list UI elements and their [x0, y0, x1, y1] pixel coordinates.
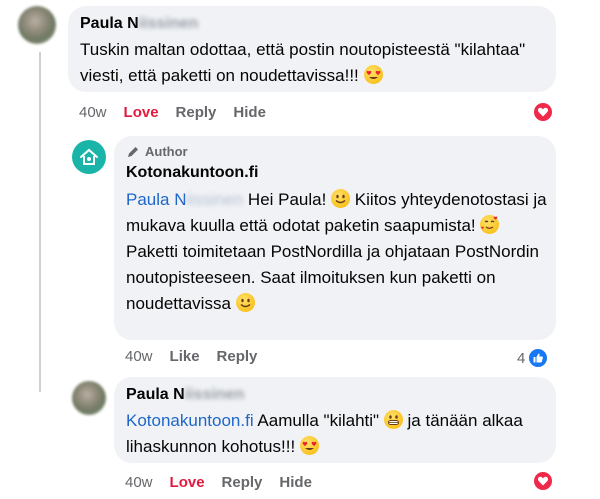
comment-text: Paula Niissinen Hei Paula! Kiitos yhteyd… — [126, 187, 551, 317]
grimace-emoji-icon — [383, 410, 403, 429]
page-avatar[interactable] — [72, 140, 106, 174]
love-reaction-icon[interactable] — [532, 101, 554, 123]
comment-author[interactable]: Paula N — [126, 386, 185, 403]
thread-line-branch — [39, 120, 41, 392]
comment-bubble: Paula Niissinen Tuskin maltan odottaa, e… — [68, 6, 556, 92]
comment-text-part: Paketti toimitetaan PostNordilla ja ohja… — [126, 242, 539, 313]
reply-button[interactable]: Reply — [217, 348, 258, 365]
comment-timestamp[interactable]: 40w — [125, 348, 153, 365]
reply-button[interactable]: Reply — [222, 474, 263, 491]
heart-eyes-emoji-icon — [299, 436, 319, 455]
comment-bubble: Paula Niissinen Kotonakuntoon.fi Aamulla… — [114, 377, 556, 463]
comment-author[interactable]: Paula N — [80, 15, 139, 32]
house-logo-icon — [80, 148, 98, 165]
like-reaction-icon — [527, 347, 550, 369]
avatar[interactable] — [72, 381, 106, 415]
hide-button[interactable]: Hide — [279, 474, 312, 491]
smile-emoji-icon — [331, 189, 351, 208]
avatar[interactable] — [18, 6, 56, 44]
heart-eyes-emoji-icon — [363, 65, 383, 84]
comment-timestamp[interactable]: 40w — [79, 104, 107, 121]
comment-text-part: Hei Paula! — [243, 190, 332, 209]
smile-emoji-icon — [235, 293, 255, 312]
reply-button[interactable]: Reply — [176, 104, 217, 121]
mention-blurred: iissinen — [186, 190, 244, 209]
comment-text: Tuskin maltan odottaa, että postin nouto… — [80, 37, 550, 89]
comment-text-content: Tuskin maltan odottaa, että postin nouto… — [80, 40, 526, 85]
comment-author-blurred: iissinen — [138, 15, 199, 32]
hide-button[interactable]: Hide — [233, 104, 266, 121]
comment-author[interactable]: Kotonakuntoon.fi — [126, 164, 258, 182]
comment-text: Kotonakuntoon.fi Aamulla "kilahti" ja tä… — [126, 408, 546, 460]
comment-actions: 40w Love Reply Hide — [125, 474, 329, 491]
love-reaction-icon[interactable] — [532, 470, 554, 492]
comment-timestamp[interactable]: 40w — [125, 474, 153, 491]
like-button[interactable]: Like — [170, 348, 200, 365]
pencil-icon — [128, 146, 138, 157]
author-badge: Author — [126, 144, 188, 159]
love-button[interactable]: Love — [124, 104, 159, 121]
comment-text-part: Aamulla "kilahti" — [253, 411, 384, 430]
comment-author-blurred: iissinen — [184, 386, 245, 403]
comment-actions: 40w Like Reply — [125, 348, 274, 365]
comment-actions: 40w Love Reply Hide — [79, 104, 283, 121]
reaction-count-value: 4 — [517, 349, 526, 367]
mention-link[interactable]: Kotonakuntoon.fi — [126, 411, 254, 430]
hearts-face-emoji-icon — [480, 215, 500, 234]
love-button[interactable]: Love — [170, 474, 205, 491]
reaction-count[interactable]: 4 — [517, 347, 550, 369]
author-badge-label: Author — [145, 144, 188, 159]
mention-link[interactable]: Paula Niissinen — [126, 190, 243, 209]
comment-bubble: Author Kotonakuntoon.fi Paula Niissinen … — [114, 136, 556, 340]
